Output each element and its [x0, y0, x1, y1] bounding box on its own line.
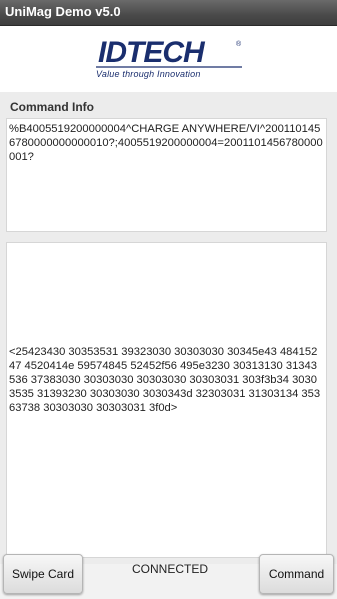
command-button[interactable]: Command	[259, 554, 334, 594]
idtech-logo: IDTECH ® Value through Innovation	[96, 36, 246, 80]
title-bar: UniMag Demo v5.0	[0, 0, 337, 26]
hex-data-textbox[interactable]: <25423430 30353531 39323030 30303030 303…	[6, 242, 327, 558]
svg-text:IDTECH: IDTECH	[98, 36, 206, 69]
card-data-text: %B4005519200000004^CHARGE ANYWHERE/VI^20…	[9, 123, 323, 163]
hex-data-text: <25423430 30353531 39323030 30303030 303…	[9, 346, 321, 414]
swipe-card-button[interactable]: Swipe Card	[3, 554, 83, 594]
connection-status: CONNECTED	[131, 562, 208, 576]
bottom-bar: Swipe Card CONNECTED Command	[0, 554, 337, 599]
logo-tagline: Value through Innovation	[96, 69, 201, 79]
svg-text:®: ®	[236, 40, 242, 48]
main-content: IDTECH ® Value through Innovation Comman…	[0, 26, 337, 599]
app-title: UniMag Demo v5.0	[5, 4, 121, 19]
command-info-label: Command Info	[10, 100, 94, 114]
logo-area: IDTECH ® Value through Innovation	[0, 26, 337, 92]
command-info-panel: Command Info %B4005519200000004^CHARGE A…	[0, 92, 337, 564]
card-data-textbox[interactable]: %B4005519200000004^CHARGE ANYWHERE/VI^20…	[6, 118, 327, 232]
